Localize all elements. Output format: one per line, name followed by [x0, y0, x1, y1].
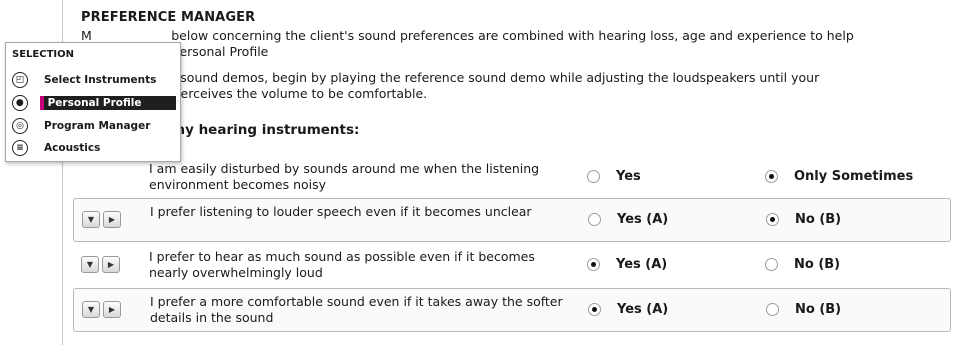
person-icon: ● [12, 95, 28, 111]
radio-a[interactable] [588, 213, 601, 226]
option-a-label: Yes (A) [617, 302, 669, 317]
dropdown-button[interactable]: ▼ [81, 256, 99, 273]
selection-title: SELECTION [12, 49, 74, 60]
question-row: ▼ ▶ I prefer to hear as much sound as po… [73, 244, 949, 286]
hearing-aid-icon: ◰ [12, 72, 28, 88]
question-text: I am easily disturbed by sounds around m… [149, 161, 540, 192]
dropdown-button[interactable]: ▼ [82, 211, 100, 228]
play-button[interactable]: ▶ [102, 256, 120, 273]
radio-b[interactable] [766, 213, 779, 226]
question-row: ▼ ▶ I prefer a more comfortable sound ev… [73, 288, 951, 332]
option-b[interactable]: Only Sometimes [765, 169, 913, 184]
selection-item-label: Personal Profile [39, 96, 176, 110]
selection-menu: SELECTION ◰ Select Instruments ● Persona… [5, 42, 181, 162]
option-b-label: No (B) [794, 257, 841, 272]
selection-item-program-manager[interactable]: ◎ Program Manager [12, 117, 176, 135]
selection-item-label: Acoustics [44, 142, 101, 154]
selection-item-acoustics[interactable]: ≡ Acoustics [12, 139, 176, 157]
question-text: I prefer to hear as much sound as possib… [149, 249, 535, 280]
option-a-label: Yes [616, 169, 641, 184]
play-button[interactable]: ▶ [103, 211, 121, 228]
preference-manager-panel: PREFERENCE MANAGER M below concerning th… [62, 0, 962, 345]
question-text: I prefer a more comfortable sound even i… [150, 294, 563, 325]
option-b[interactable]: No (B) [766, 302, 841, 317]
option-a-label: Yes (A) [617, 212, 669, 227]
question-row: ▼ ▶ I prefer listening to louder speech … [73, 198, 951, 242]
option-b[interactable]: No (B) [765, 257, 840, 272]
demo-line-2: : perceives the volume to be comfortable… [81, 86, 428, 101]
question-row: I am easily disturbed by sounds around m… [73, 156, 949, 198]
option-b-label: No (B) [795, 302, 842, 317]
panel-title: PREFERENCE MANAGER [81, 10, 256, 25]
demo-paragraph: ng sound demos, begin by playing the ref… [81, 70, 941, 102]
intro-line-1: M below concerning the client's sound pr… [81, 28, 854, 43]
option-b[interactable]: No (B) [766, 212, 841, 227]
acoustics-icon: ≡ [12, 140, 28, 156]
radio-a[interactable] [588, 303, 601, 316]
option-b-label: Only Sometimes [794, 169, 914, 184]
intro-line-2: Personal Profile [172, 44, 269, 59]
question-text: I prefer listening to louder speech even… [150, 204, 532, 219]
option-a[interactable]: Yes (A) [587, 257, 667, 272]
option-a[interactable]: Yes (A) [588, 212, 668, 227]
play-button[interactable]: ▶ [103, 301, 121, 318]
radio-b[interactable] [765, 258, 778, 271]
selection-item-label: Program Manager [44, 120, 151, 132]
section-subtitle: my hearing instruments: [171, 122, 360, 138]
selection-item-personal-profile[interactable]: ● Personal Profile [12, 94, 176, 112]
option-a-label: Yes (A) [616, 257, 668, 272]
radio-b[interactable] [765, 170, 778, 183]
radio-a[interactable] [587, 258, 600, 271]
radio-a[interactable] [587, 170, 600, 183]
program-icon: ◎ [12, 118, 28, 134]
option-b-label: No (B) [795, 212, 842, 227]
selection-item-label: Select Instruments [44, 74, 157, 86]
selection-item-select-instruments[interactable]: ◰ Select Instruments [12, 71, 176, 89]
option-a[interactable]: Yes (A) [588, 302, 668, 317]
option-a[interactable]: Yes [587, 169, 641, 184]
demo-line-1: ng sound demos, begin by playing the ref… [81, 70, 820, 85]
dropdown-button[interactable]: ▼ [82, 301, 100, 318]
radio-b[interactable] [766, 303, 779, 316]
intro-paragraph: M below concerning the client's sound pr… [81, 28, 941, 60]
